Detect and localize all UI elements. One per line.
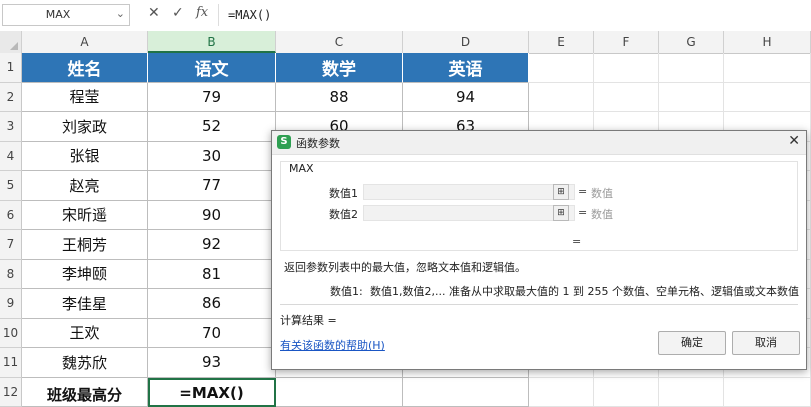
table-cell[interactable]: 30 (148, 142, 276, 172)
row-header[interactable]: 1 (0, 53, 22, 83)
empty-cell[interactable] (724, 378, 811, 407)
arg1-eq: = (578, 185, 587, 198)
arg1-input[interactable] (363, 184, 575, 200)
empty-cell[interactable] (529, 378, 594, 407)
active-cell[interactable]: =MAX() (148, 378, 276, 407)
dialog-title: 函数参数 (296, 135, 340, 151)
select-all-corner[interactable] (0, 31, 22, 53)
table-cell[interactable]: 88 (276, 83, 403, 113)
table-cell[interactable]: 93 (148, 348, 276, 378)
table-cell[interactable]: 79 (148, 83, 276, 113)
arguments-group: MAX 数值1 ⊞ = 数值 数值2 ⊞ = 数值 (280, 161, 798, 251)
formula-input[interactable]: =MAX() (228, 8, 271, 22)
ok-button[interactable]: 确定 (658, 331, 726, 355)
range-picker-icon[interactable]: ⊞ (553, 205, 569, 221)
formula-separator (218, 4, 219, 26)
table-cell[interactable]: 王桐芳 (22, 230, 148, 260)
row-header[interactable]: 9 (0, 289, 22, 319)
column-header[interactable]: A (22, 31, 148, 53)
name-box[interactable]: MAX ⌄ (2, 4, 130, 26)
row-header[interactable]: 7 (0, 230, 22, 260)
empty-cell[interactable] (659, 53, 724, 83)
arg2-value: 数值 (591, 206, 613, 222)
app-logo-icon: S (277, 135, 291, 149)
row-header[interactable]: 2 (0, 83, 22, 113)
name-box-value: MAX (3, 8, 113, 21)
check-icon[interactable]: ✓ (172, 5, 184, 21)
row-header[interactable]: 11 (0, 348, 22, 378)
table-cell[interactable]: 81 (148, 260, 276, 290)
empty-cell[interactable] (594, 378, 659, 407)
footer-cell[interactable]: 班级最高分 (22, 378, 148, 407)
table-cell[interactable]: 王欢 (22, 319, 148, 349)
table-cell[interactable]: 92 (148, 230, 276, 260)
fx-icon[interactable]: fx (196, 5, 208, 20)
function-arguments-dialog: S 函数参数 ✕ MAX 数值1 ⊞ = 数值 数值2 ⊞ = 数值 = 返回参… (271, 130, 807, 370)
close-icon[interactable]: ✕ (788, 133, 800, 149)
table-cell[interactable]: 李佳星 (22, 289, 148, 319)
column-header[interactable]: F (594, 31, 659, 53)
column-header[interactable]: B (148, 31, 276, 53)
table-cell[interactable]: 90 (148, 201, 276, 231)
function-description: 返回参数列表中的最大值，忽略文本值和逻辑值。 (284, 259, 526, 275)
table-cell[interactable]: 程莹 (22, 83, 148, 113)
table-cell[interactable]: 李坤颐 (22, 260, 148, 290)
row-header[interactable]: 10 (0, 319, 22, 349)
column-header[interactable]: D (403, 31, 529, 53)
empty-cell[interactable] (724, 83, 811, 113)
arg1-label: 数值1 (329, 185, 358, 201)
row-header[interactable]: 8 (0, 260, 22, 290)
formula-bar: MAX ⌄ ✕ ✓ fx =MAX() (0, 0, 811, 32)
column-header[interactable]: G (659, 31, 724, 53)
arg2-eq: = (578, 206, 587, 219)
dialog-title-bar[interactable]: S 函数参数 ✕ (272, 131, 806, 155)
row-header[interactable]: 3 (0, 112, 22, 142)
function-name: MAX (289, 162, 314, 175)
help-link[interactable]: 有关该函数的帮助(H) (280, 337, 385, 353)
table-cell[interactable]: 70 (148, 319, 276, 349)
row-header[interactable]: 6 (0, 201, 22, 231)
empty-cell[interactable] (529, 53, 594, 83)
arg1-value: 数值 (591, 185, 613, 201)
column-title-cell[interactable]: 语文 (148, 53, 276, 83)
empty-cell[interactable] (594, 83, 659, 113)
range-picker-icon[interactable]: ⊞ (553, 184, 569, 200)
column-title-cell[interactable]: 数学 (276, 53, 403, 83)
arg-description-label: 数值1: (330, 283, 363, 299)
column-header[interactable]: E (529, 31, 594, 53)
arg2-input[interactable] (363, 205, 575, 221)
table-cell[interactable]: 宋昕遥 (22, 201, 148, 231)
empty-cell[interactable] (659, 378, 724, 407)
empty-cell[interactable] (594, 53, 659, 83)
column-header[interactable]: C (276, 31, 403, 53)
table-cell[interactable]: 52 (148, 112, 276, 142)
column-header[interactable]: H (724, 31, 811, 53)
empty-cell[interactable] (529, 83, 594, 113)
empty-cell[interactable] (724, 53, 811, 83)
column-title-cell[interactable]: 姓名 (22, 53, 148, 83)
table-cell[interactable]: 86 (148, 289, 276, 319)
table-cell[interactable]: 魏苏欣 (22, 348, 148, 378)
calculation-result: 计算结果 = (280, 312, 337, 328)
chevron-down-icon[interactable]: ⌄ (116, 7, 125, 20)
result-eq: = (572, 235, 581, 248)
table-cell[interactable]: 赵亮 (22, 171, 148, 201)
arg-description-text: 数值1,数值2,... 准备从中求取最大值的 1 到 255 个数值、空单元格、… (370, 283, 799, 299)
table-cell[interactable]: 张银 (22, 142, 148, 172)
empty-cell[interactable] (659, 83, 724, 113)
table-cell[interactable]: 94 (403, 83, 529, 113)
close-icon[interactable]: ✕ (148, 5, 160, 21)
row-header[interactable]: 12 (0, 378, 22, 407)
column-title-cell[interactable]: 英语 (403, 53, 529, 83)
cancel-button[interactable]: 取消 (732, 331, 800, 355)
table-cell[interactable]: 77 (148, 171, 276, 201)
column-header-bar: ABCDEFGH (0, 31, 811, 54)
divider (280, 304, 798, 305)
row-header[interactable]: 5 (0, 171, 22, 201)
footer-cell[interactable] (276, 378, 403, 407)
footer-cell[interactable] (403, 378, 529, 407)
arg2-label: 数值2 (329, 206, 358, 222)
table-cell[interactable]: 刘家政 (22, 112, 148, 142)
row-header[interactable]: 4 (0, 142, 22, 172)
